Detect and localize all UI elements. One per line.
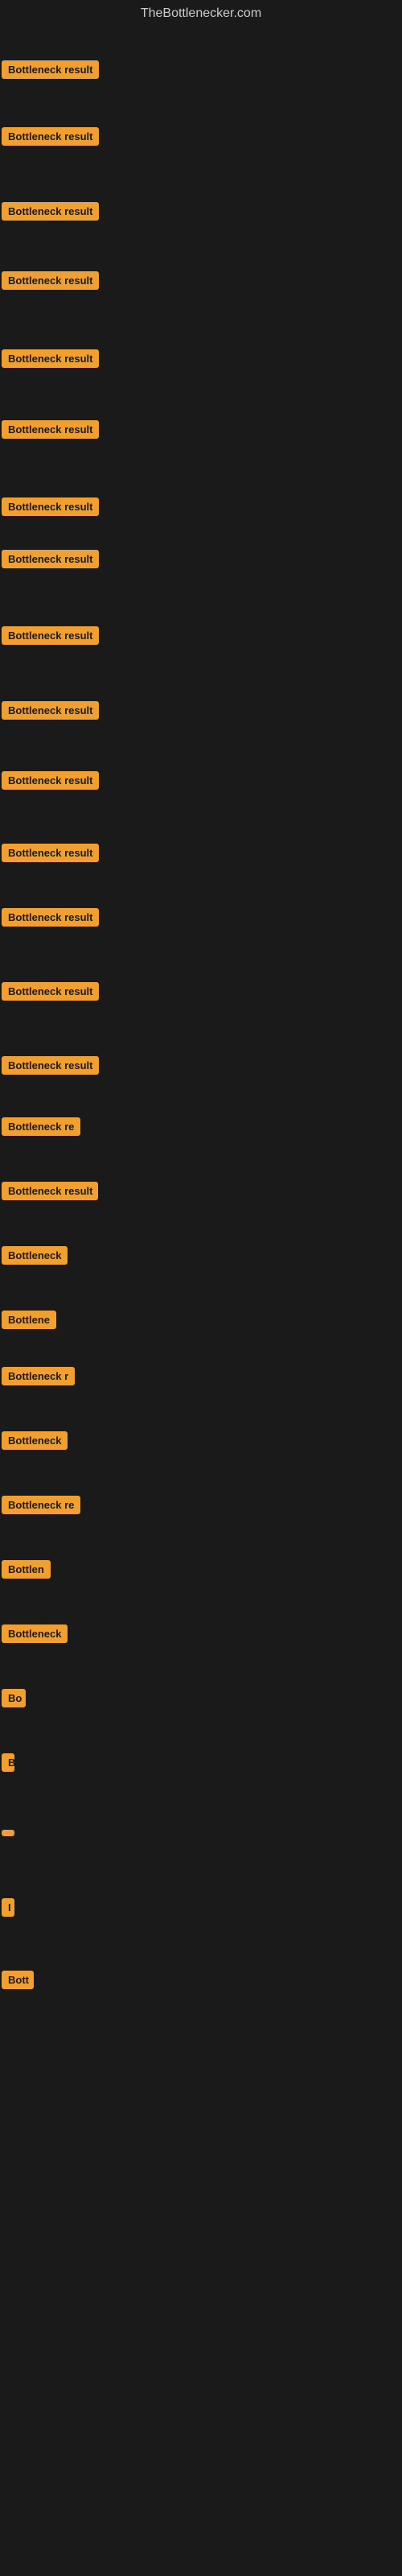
bottleneck-item: Bottleneck result: [2, 202, 99, 225]
bottleneck-item: Bottlen: [2, 1560, 51, 1583]
bottleneck-item: Bottlene: [2, 1311, 56, 1333]
bottleneck-item: Bottleneck result: [2, 1056, 99, 1079]
bottleneck-badge[interactable]: Bottleneck result: [2, 349, 99, 368]
bottleneck-badge[interactable]: Bottleneck result: [2, 844, 99, 862]
bottleneck-item: Bottleneck result: [2, 60, 99, 83]
bottleneck-item: Bottleneck result: [2, 497, 99, 520]
bottleneck-badge[interactable]: Bottleneck result: [2, 1182, 98, 1200]
bottleneck-item: B: [2, 1753, 14, 1776]
bottleneck-badge[interactable]: I: [2, 1898, 14, 1917]
bottleneck-badge[interactable]: Bo: [2, 1689, 26, 1707]
bottleneck-badge[interactable]: [2, 1830, 14, 1836]
bottleneck-item: Bo: [2, 1689, 26, 1711]
bottleneck-badge[interactable]: Bottleneck result: [2, 771, 99, 790]
bottleneck-item: Bottleneck re: [2, 1496, 80, 1518]
bottleneck-badge[interactable]: Bottleneck result: [2, 908, 99, 927]
bottleneck-item: Bottleneck result: [2, 771, 99, 794]
bottleneck-badge[interactable]: Bottleneck re: [2, 1496, 80, 1514]
bottleneck-badge[interactable]: Bottlen: [2, 1560, 51, 1579]
bottleneck-badge[interactable]: Bottleneck re: [2, 1117, 80, 1136]
bottleneck-item: Bottleneck: [2, 1431, 68, 1454]
bottleneck-badge[interactable]: Bottleneck result: [2, 60, 99, 79]
bottleneck-badge[interactable]: Bottleneck result: [2, 497, 99, 516]
bottleneck-badge[interactable]: Bottleneck r: [2, 1367, 75, 1385]
bottleneck-item: Bottleneck re: [2, 1117, 80, 1140]
bottleneck-item: Bottleneck result: [2, 844, 99, 866]
site-title: TheBottlenecker.com: [0, 0, 402, 31]
bottleneck-item: Bottleneck result: [2, 271, 99, 294]
bottleneck-badge[interactable]: B: [2, 1753, 14, 1772]
bottleneck-badge[interactable]: Bottleneck result: [2, 550, 99, 568]
bottleneck-item: Bottleneck: [2, 1246, 68, 1269]
bottleneck-badge[interactable]: Bottleneck result: [2, 626, 99, 645]
bottleneck-badge[interactable]: Bottleneck result: [2, 420, 99, 439]
bottleneck-item: [2, 1826, 14, 1840]
bottleneck-item: Bottleneck result: [2, 982, 99, 1005]
bottleneck-item: Bott: [2, 1971, 34, 1993]
bottleneck-badge[interactable]: Bottleneck result: [2, 982, 99, 1001]
bottleneck-badge[interactable]: Bottleneck result: [2, 701, 99, 720]
bottleneck-item: Bottleneck result: [2, 1182, 98, 1204]
bottleneck-item: Bottleneck result: [2, 127, 99, 150]
bottleneck-badge[interactable]: Bottleneck result: [2, 1056, 99, 1075]
bottleneck-item: Bottleneck result: [2, 349, 99, 372]
bottleneck-badge[interactable]: Bottleneck result: [2, 127, 99, 146]
bottleneck-item: Bottleneck result: [2, 420, 99, 443]
bottleneck-badge[interactable]: Bottleneck result: [2, 271, 99, 290]
bottleneck-item: Bottleneck result: [2, 626, 99, 649]
bottleneck-item: Bottleneck: [2, 1624, 68, 1647]
bottleneck-item: Bottleneck result: [2, 908, 99, 931]
bottleneck-item: I: [2, 1898, 14, 1921]
bottleneck-badge[interactable]: Bottleneck: [2, 1624, 68, 1643]
bottleneck-item: Bottleneck result: [2, 701, 99, 724]
bottleneck-item: Bottleneck r: [2, 1367, 75, 1389]
bottleneck-badge[interactable]: Bottlene: [2, 1311, 56, 1329]
bottleneck-badge[interactable]: Bottleneck result: [2, 202, 99, 221]
bottleneck-badge[interactable]: Bottleneck: [2, 1246, 68, 1265]
bottleneck-badge[interactable]: Bottleneck: [2, 1431, 68, 1450]
bottleneck-badge[interactable]: Bott: [2, 1971, 34, 1989]
bottleneck-item: Bottleneck result: [2, 550, 99, 572]
